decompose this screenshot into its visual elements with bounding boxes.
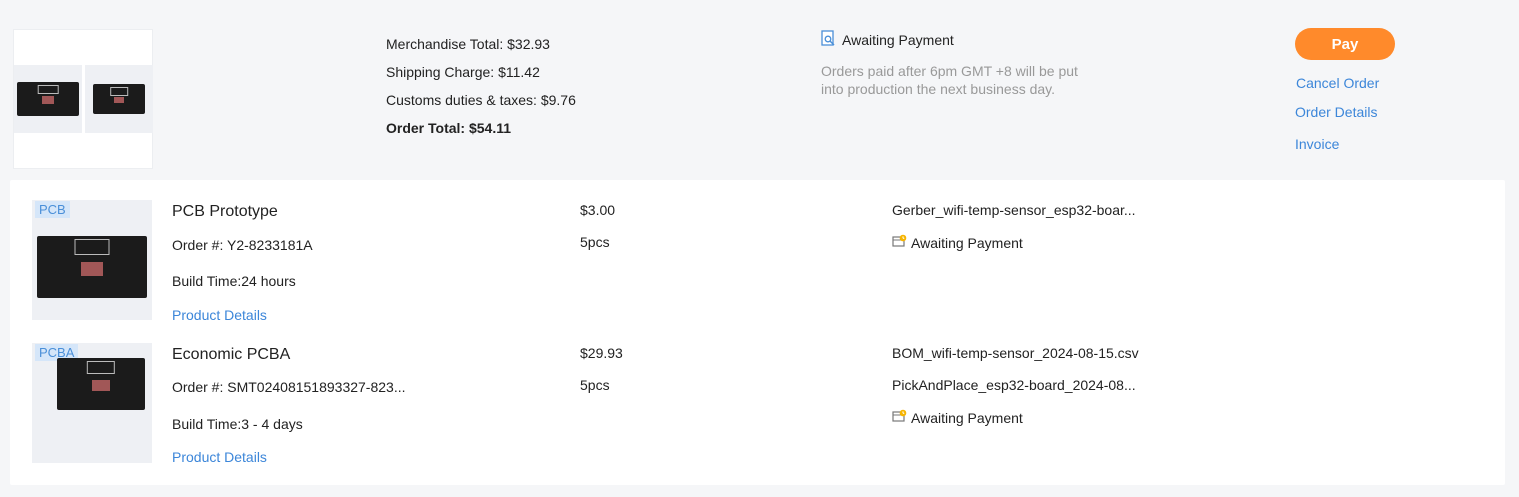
item-status-label: Awaiting Payment — [911, 409, 1023, 426]
pick-and-place-file-link[interactable]: PickAndPlace_esp32-board_2024-08... — [892, 377, 1136, 393]
product-image[interactable]: PCBA — [32, 343, 152, 463]
order-card: Merchandise Total: $32.93 Shipping Charg… — [0, 0, 1519, 497]
document-search-icon — [821, 30, 836, 50]
pcba-board-image — [57, 358, 145, 410]
order-details-link[interactable]: Order Details — [1295, 104, 1377, 120]
item-quantity: 5pcs — [580, 377, 610, 393]
cancel-order-link[interactable]: Cancel Order — [1296, 75, 1379, 91]
merchandise-total: Merchandise Total: $32.93 — [386, 36, 550, 52]
order-items-panel: PCB PCB Prototype Order #: Y2-8233181A B… — [10, 180, 1505, 485]
item-status: Awaiting Payment — [892, 234, 1023, 251]
order-item: PCB PCB Prototype Order #: Y2-8233181A B… — [10, 200, 1505, 325]
order-item: PCBA Economic PCBA Order #: SMT024081518… — [10, 343, 1505, 468]
item-status: Awaiting Payment — [892, 409, 1023, 426]
shipping-charge: Shipping Charge: $11.42 — [386, 64, 540, 80]
order-total: Order Total: $54.11 — [386, 120, 512, 136]
product-image[interactable]: PCB — [32, 200, 152, 320]
item-price: $29.93 — [580, 345, 623, 361]
gerber-file-link[interactable]: Gerber_wifi-temp-sensor_esp32-boar... — [892, 202, 1136, 218]
product-details-link[interactable]: Product Details — [172, 307, 267, 323]
order-totals: Merchandise Total: $32.93 Shipping Charg… — [386, 30, 576, 142]
pay-button[interactable]: Pay — [1295, 28, 1395, 60]
product-details-link[interactable]: Product Details — [172, 449, 267, 465]
order-number: Order #: Y2-8233181A — [172, 237, 313, 253]
bom-file-link[interactable]: BOM_wifi-temp-sensor_2024-08-15.csv — [892, 345, 1139, 361]
item-status-label: Awaiting Payment — [911, 234, 1023, 251]
wallet-clock-icon — [892, 409, 907, 426]
pcba-image — [93, 84, 145, 114]
product-name: PCB Prototype — [172, 203, 278, 220]
item-quantity: 5pcs — [580, 234, 610, 250]
pcb-board-image — [37, 236, 147, 298]
build-time: Build Time:3 - 4 days — [172, 416, 303, 432]
item-price: $3.00 — [580, 202, 616, 218]
order-status-label: Awaiting Payment — [842, 32, 954, 48]
customs-duties: Customs duties & taxes: $9.76 — [386, 92, 576, 108]
wallet-clock-icon — [892, 234, 907, 251]
order-thumbnails — [13, 29, 153, 169]
product-type-tag: PCB — [35, 201, 70, 218]
thumbnail-pcb[interactable] — [14, 65, 82, 133]
thumbnail-pcba[interactable] — [85, 65, 153, 133]
order-number: Order #: SMT02408151893327-823... — [172, 379, 406, 395]
production-note: Orders paid after 6pm GMT +8 will be put… — [821, 63, 1078, 97]
invoice-link[interactable]: Invoice — [1295, 136, 1339, 152]
product-name: Economic PCBA — [172, 346, 291, 363]
build-time: Build Time:24 hours — [172, 273, 296, 289]
order-status: Awaiting Payment — [821, 30, 954, 50]
pcb-image — [17, 82, 79, 116]
